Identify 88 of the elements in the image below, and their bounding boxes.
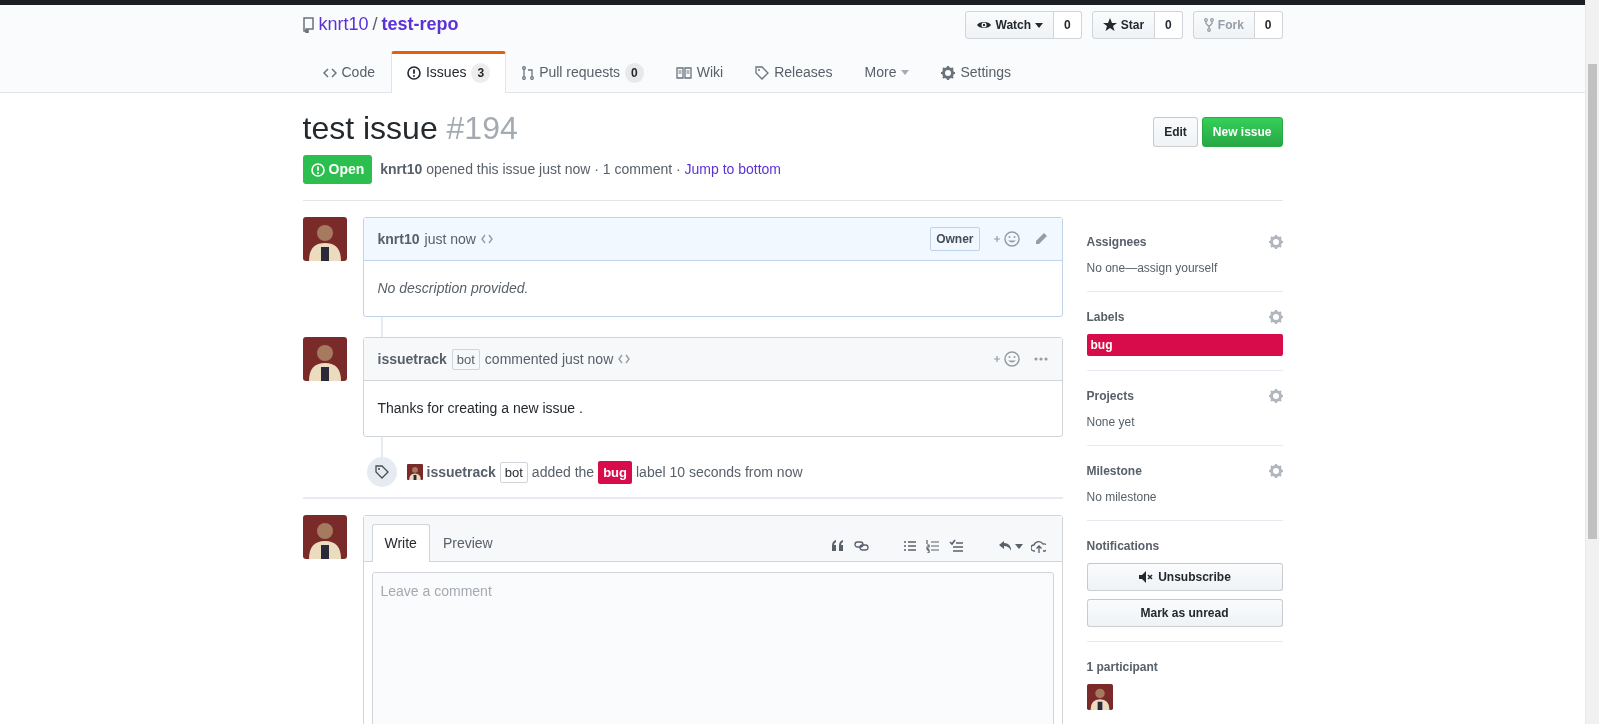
repository-link[interactable]: test-repo (381, 11, 459, 38)
tab[interactable]: Preview (429, 524, 506, 563)
pull-request-icon (522, 65, 535, 80)
tag-icon (374, 465, 389, 480)
scrollbar[interactable] (1585, 0, 1599, 724)
jump-link[interactable]: Jump to bottom (684, 161, 782, 178)
watch-button[interactable]: Watch (964, 11, 1055, 39)
star-icon (1102, 18, 1117, 32)
tab[interactable]: Releases (739, 51, 849, 93)
gear-icon[interactable] (1268, 235, 1283, 250)
add-reaction-icon (992, 351, 1021, 368)
code-icon (480, 234, 493, 245)
tab[interactable]: Pull requests 0 (506, 51, 660, 93)
bot-tag: bot (451, 348, 480, 371)
upload-icon[interactable] (1030, 539, 1046, 554)
count[interactable]: 0 (1054, 11, 1082, 39)
comment-field[interactable]: Leave a comment (371, 572, 1054, 724)
caret-icon (1035, 22, 1044, 28)
caret-icon (901, 70, 910, 75)
mark-unread-button[interactable]: Mark as unread (1086, 599, 1283, 628)
label-tag[interactable]: bug (598, 460, 632, 485)
avatar (302, 337, 347, 382)
task-list-icon[interactable] (948, 539, 964, 554)
issue-meta-text: knrt10 opened this issue just now · 1 comment · Jump to bottom (380, 160, 782, 180)
author-link[interactable]: issuetrack (377, 348, 447, 370)
gear-icon[interactable] (1268, 464, 1283, 479)
repository-icon (302, 16, 315, 33)
section-title: Assignees (1086, 234, 1147, 252)
fork-icon (1203, 18, 1214, 32)
avatar (302, 515, 347, 560)
bot-tag: bot (499, 461, 528, 484)
tab[interactable]: Wiki (659, 51, 740, 93)
scrollbar-thumb[interactable] (1588, 64, 1597, 539)
muted-speaker-icon (1138, 571, 1155, 584)
counter: 3 (471, 62, 491, 83)
link-icon[interactable] (853, 539, 869, 554)
avatar (406, 464, 423, 481)
section-text: No one—assign yourself (1086, 260, 1219, 278)
event-time: label 10 seconds from now (636, 462, 803, 482)
avatar (302, 217, 347, 262)
counter: 0 (625, 62, 644, 83)
author-link[interactable]: knrt10 (377, 228, 420, 250)
quote-icon[interactable] (830, 539, 846, 554)
section-title: Notifications (1086, 538, 1160, 556)
issue-icon (406, 65, 421, 80)
more-options-icon[interactable] (1033, 357, 1048, 362)
event-text: added the (531, 462, 595, 482)
path-separator: / (372, 13, 378, 36)
comment-time: commented just now (484, 349, 614, 369)
tab[interactable]: Settings (925, 51, 1028, 93)
section-title: 1 participant (1086, 659, 1158, 677)
count[interactable]: 0 (1155, 11, 1183, 39)
label-tag[interactable]: bug (1086, 334, 1283, 357)
book-icon (675, 66, 692, 79)
role-tag: Owner (930, 227, 980, 252)
owner-link[interactable]: knrt10 (318, 11, 369, 38)
star-button[interactable]: Star (1091, 11, 1156, 39)
edit-button[interactable]: Edit (1153, 117, 1198, 147)
author-link[interactable]: issuetrack (426, 461, 496, 483)
issue-state-badge: Open (302, 155, 373, 185)
issue-icon (310, 162, 325, 177)
unsubscribe-button[interactable]: Unsubscribe (1086, 563, 1283, 592)
caret-icon (1014, 543, 1023, 549)
comment-body: Thanks for creating a new issue . (377, 399, 584, 419)
tab[interactable]: Issues 3 (390, 51, 507, 93)
eye-icon (975, 19, 992, 31)
code-icon (322, 66, 337, 79)
section-title: Milestone (1086, 463, 1142, 481)
bullet-list-icon[interactable] (902, 539, 918, 554)
tab[interactable]: Write (371, 524, 430, 563)
add-reaction-icon (992, 231, 1021, 248)
section-text: None yet (1086, 414, 1136, 432)
section-title: Projects (1086, 388, 1134, 406)
tag-icon (755, 65, 770, 80)
gear-icon (941, 65, 956, 80)
pencil-icon[interactable] (1033, 232, 1048, 247)
comment-body: No description provided. (377, 279, 530, 299)
tab[interactable]: More (848, 51, 926, 93)
issue-title: test issue #194 (302, 109, 518, 148)
numbered-list-icon[interactable] (925, 539, 941, 554)
avatar (1086, 684, 1113, 711)
section-title: Labels (1086, 309, 1125, 327)
gear-icon[interactable] (1268, 389, 1283, 404)
comment-time: just now (424, 229, 476, 249)
section-text: No milestone (1086, 489, 1158, 507)
gear-icon[interactable] (1268, 310, 1283, 325)
tab[interactable]: Code (306, 51, 391, 93)
code-icon (618, 354, 631, 365)
